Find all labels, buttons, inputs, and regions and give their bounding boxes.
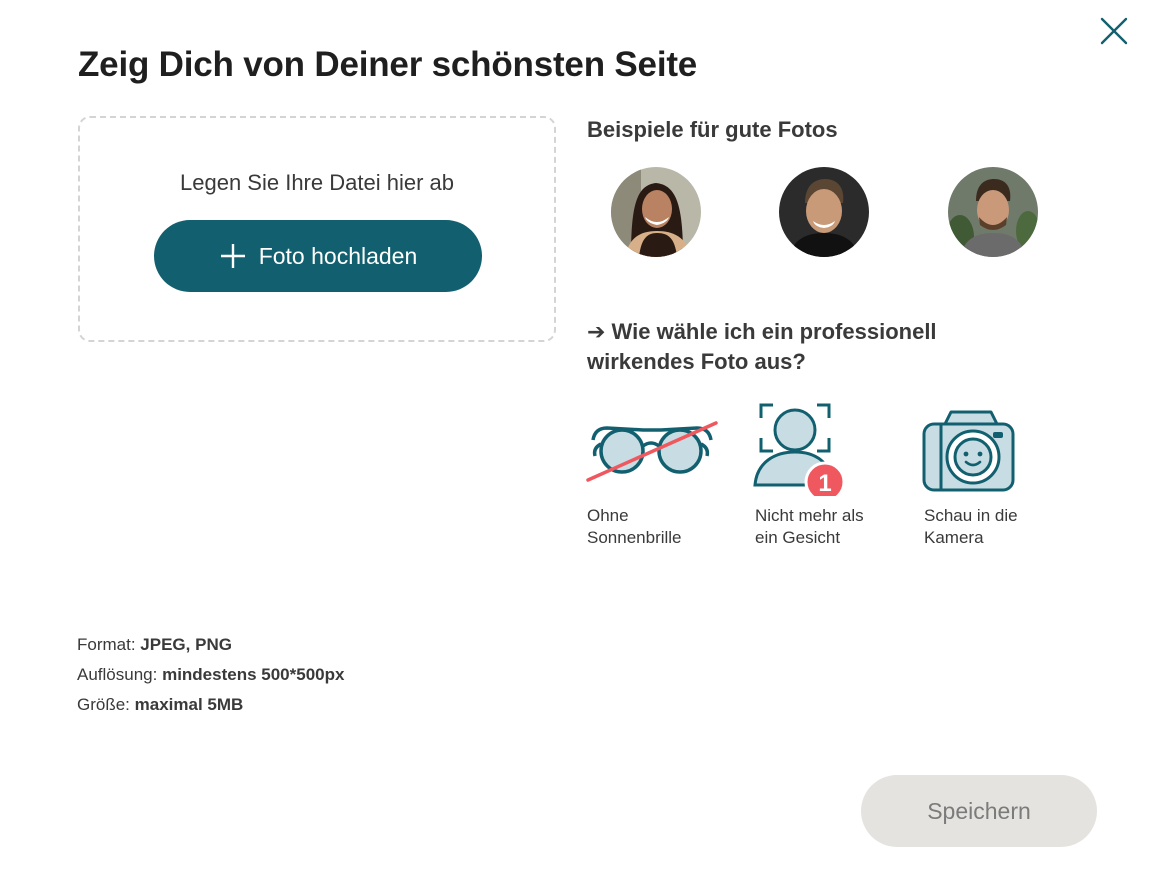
close-button[interactable] <box>1097 14 1131 48</box>
photo-guide-title: ➔ Wie wähle ich ein professionell wirken… <box>587 319 937 374</box>
examples-title: Beispiele für gute Fotos <box>587 117 838 142</box>
size-label: Größe: <box>77 695 130 714</box>
crossed-sunglasses-icon <box>585 400 720 496</box>
size-requirement: Größe: maximal 5MB <box>77 690 344 720</box>
dropzone-text: Legen Sie Ihre Datei hier ab <box>180 170 454 195</box>
resolution-label: Auflösung: <box>77 665 158 684</box>
file-requirements: Format: JPEG, PNG Auflösung: mindestens … <box>77 630 344 720</box>
tip-label-one-face: Nicht mehr als ein Gesicht <box>755 505 905 549</box>
tip-label-line: ein Gesicht <box>755 528 841 547</box>
tip-label-line: Nicht mehr als <box>755 506 864 525</box>
close-icon <box>1100 17 1128 45</box>
size-value: maximal 5MB <box>134 695 244 714</box>
format-label: Format: <box>77 635 136 654</box>
tip-label-line: Ohne <box>587 506 629 525</box>
example-photo-man-smiling <box>779 167 869 257</box>
camera-face-icon <box>921 400 1017 496</box>
tip-label-line: Schau in die <box>924 506 1018 525</box>
save-button[interactable]: Speichern <box>861 775 1097 847</box>
resolution-value: mindestens 500*500px <box>162 665 345 684</box>
plus-icon <box>220 244 245 268</box>
upload-photo-label: Foto hochladen <box>258 242 418 269</box>
format-value: JPEG, PNG <box>140 635 232 654</box>
file-dropzone[interactable]: Legen Sie Ihre Datei hier ab Foto hochla… <box>78 116 556 342</box>
resolution-requirement: Auflösung: mindestens 500*500px <box>77 660 344 690</box>
example-photo-man-beard <box>948 167 1038 257</box>
face-count-badge: 1 <box>818 470 831 496</box>
tip-label-no-sunglasses: Ohne Sonnenbrille <box>587 505 737 549</box>
tip-label-line: Kamera <box>924 528 984 547</box>
single-face-icon: 1 <box>753 400 849 496</box>
upload-photo-button[interactable]: Foto hochladen <box>154 220 482 292</box>
format-requirement: Format: JPEG, PNG <box>77 630 344 660</box>
example-photo-woman <box>611 167 701 257</box>
tip-label-look-at-camera: Schau in die Kamera <box>924 505 1074 549</box>
tip-label-line: Sonnenbrille <box>587 528 682 547</box>
dialog-title: Zeig Dich von Deiner schönsten Seite <box>78 45 698 84</box>
